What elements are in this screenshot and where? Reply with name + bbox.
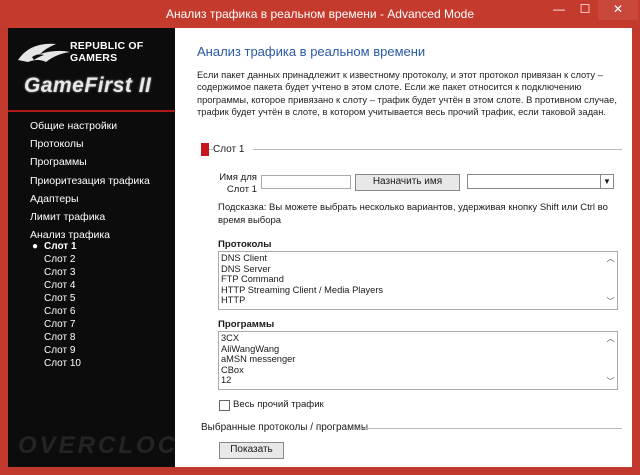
protocols-title: Протоколы — [218, 239, 272, 250]
section-divider — [358, 428, 622, 429]
maximize-button[interactable]: ☐ — [572, 0, 598, 20]
scrollbar[interactable]: ︿ ﹀ — [604, 252, 617, 309]
selection-hint: Подсказка: Вы можете выбрать несколько в… — [218, 202, 608, 226]
list-item[interactable]: 3CX — [221, 333, 603, 344]
scroll-up-icon[interactable]: ︿ — [604, 334, 617, 344]
brand-line2: GAMERS — [70, 52, 118, 64]
slot-item-5[interactable]: Слот 5 — [30, 292, 81, 305]
sidebar-item-traffic-limit[interactable]: Лимит трафика — [30, 208, 150, 226]
sidebar-divider — [8, 110, 175, 112]
active-bullet-icon: ● — [32, 241, 39, 252]
slot-item-10[interactable]: Слот 10 — [30, 357, 81, 370]
rog-eye-icon — [18, 43, 70, 62]
close-button[interactable]: ✕ — [598, 0, 638, 20]
sidebar-nav: Общие настройки Протоколы Программы Прио… — [30, 117, 150, 244]
slot-item-1[interactable]: ● Слот 1 — [30, 240, 81, 253]
slot-color-marker — [201, 143, 209, 156]
product-logo: GameFirst II — [24, 74, 152, 97]
slot-item-7[interactable]: Слот 7 — [30, 318, 81, 331]
slot-item-6[interactable]: Слот 6 — [30, 305, 81, 318]
sidebar-item-protocols[interactable]: Протоколы — [30, 135, 150, 153]
programs-title: Программы — [218, 319, 275, 330]
assign-name-button[interactable]: Назначить имя — [355, 174, 460, 191]
list-item[interactable]: HTTP Streaming Client / Media Players — [221, 285, 603, 296]
slot-item-8[interactable]: Слот 8 — [30, 331, 81, 344]
programs-rows: 3CX AliWangWang aMSN messenger CBox 12 — [221, 333, 603, 386]
show-button[interactable]: Показать — [219, 442, 284, 459]
slot-item-2[interactable]: Слот 2 — [30, 253, 81, 266]
slot-item-3[interactable]: Слот 3 — [30, 266, 81, 279]
scroll-down-icon[interactable]: ﹀ — [604, 377, 617, 387]
list-item[interactable]: aMSN messenger — [221, 354, 603, 365]
scrollbar[interactable]: ︿ ﹀ — [604, 332, 617, 389]
sidebar: REPUBLIC OF GAMERS GameFirst II Общие на… — [8, 28, 175, 467]
title-bar: Анализ трафика в реальном времени - Adva… — [0, 0, 640, 28]
slot-section-title: Слот 1 — [213, 144, 245, 155]
slot-name-label: Имя для Слот 1 — [219, 172, 257, 195]
watermark: OVERCLOCKERS.UA — [18, 432, 175, 459]
minimize-button[interactable]: — — [546, 0, 572, 20]
list-item[interactable]: AliWangWang — [221, 344, 603, 355]
chevron-down-icon[interactable]: ▼ — [600, 175, 613, 188]
sidebar-item-programs[interactable]: Программы — [30, 153, 150, 171]
list-item[interactable]: DNS Server — [221, 264, 603, 275]
brand-line1: REPUBLIC OF — [70, 40, 144, 52]
programs-listbox[interactable]: 3CX AliWangWang aMSN messenger CBox 12 ︿… — [218, 331, 618, 390]
slot-select-dropdown[interactable]: ▼ — [467, 174, 614, 189]
other-traffic-label[interactable]: Весь прочий трафик — [233, 399, 324, 410]
protocols-listbox[interactable]: DNS Client DNS Server FTP Command HTTP S… — [218, 251, 618, 310]
list-item[interactable]: CBox — [221, 365, 603, 376]
slot-label: Слот 1 — [44, 241, 77, 252]
app-window: Анализ трафика в реальном времени - Adva… — [0, 0, 640, 475]
selected-section-title: Выбранные протоколы / программы — [201, 422, 369, 433]
list-item[interactable]: DNS Client — [221, 253, 603, 264]
page-description: Если пакет данных принадлежит к известно… — [197, 69, 617, 117]
scroll-up-icon[interactable]: ︿ — [604, 254, 617, 264]
sidebar-item-adapters[interactable]: Адаптеры — [30, 190, 150, 208]
list-item[interactable]: FTP Command — [221, 274, 603, 285]
scroll-down-icon[interactable]: ﹀ — [604, 297, 617, 307]
slot-name-input[interactable] — [261, 175, 351, 189]
other-traffic-checkbox[interactable] — [219, 400, 230, 411]
brand-logo-text: REPUBLIC OF GAMERS — [70, 40, 143, 64]
section-divider — [253, 149, 622, 150]
window-title: Анализ трафика в реальном времени - Adva… — [165, 7, 475, 21]
page-title: Анализ трафика в реальном времени — [197, 44, 426, 59]
list-item[interactable]: HTTP — [221, 295, 603, 306]
slot-item-4[interactable]: Слот 4 — [30, 279, 81, 292]
sidebar-item-general[interactable]: Общие настройки — [30, 117, 150, 135]
slot-list: ● Слот 1 Слот 2 Слот 3 Слот 4 Слот 5 Слот… — [30, 240, 81, 370]
sidebar-item-prioritization[interactable]: Приоритезация трафика — [30, 172, 150, 190]
main-panel: Анализ трафика в реальном времени Если п… — [175, 28, 632, 467]
slot-item-9[interactable]: Слот 9 — [30, 344, 81, 357]
protocols-rows: DNS Client DNS Server FTP Command HTTP S… — [221, 253, 603, 306]
list-item[interactable]: 12 — [221, 375, 603, 386]
